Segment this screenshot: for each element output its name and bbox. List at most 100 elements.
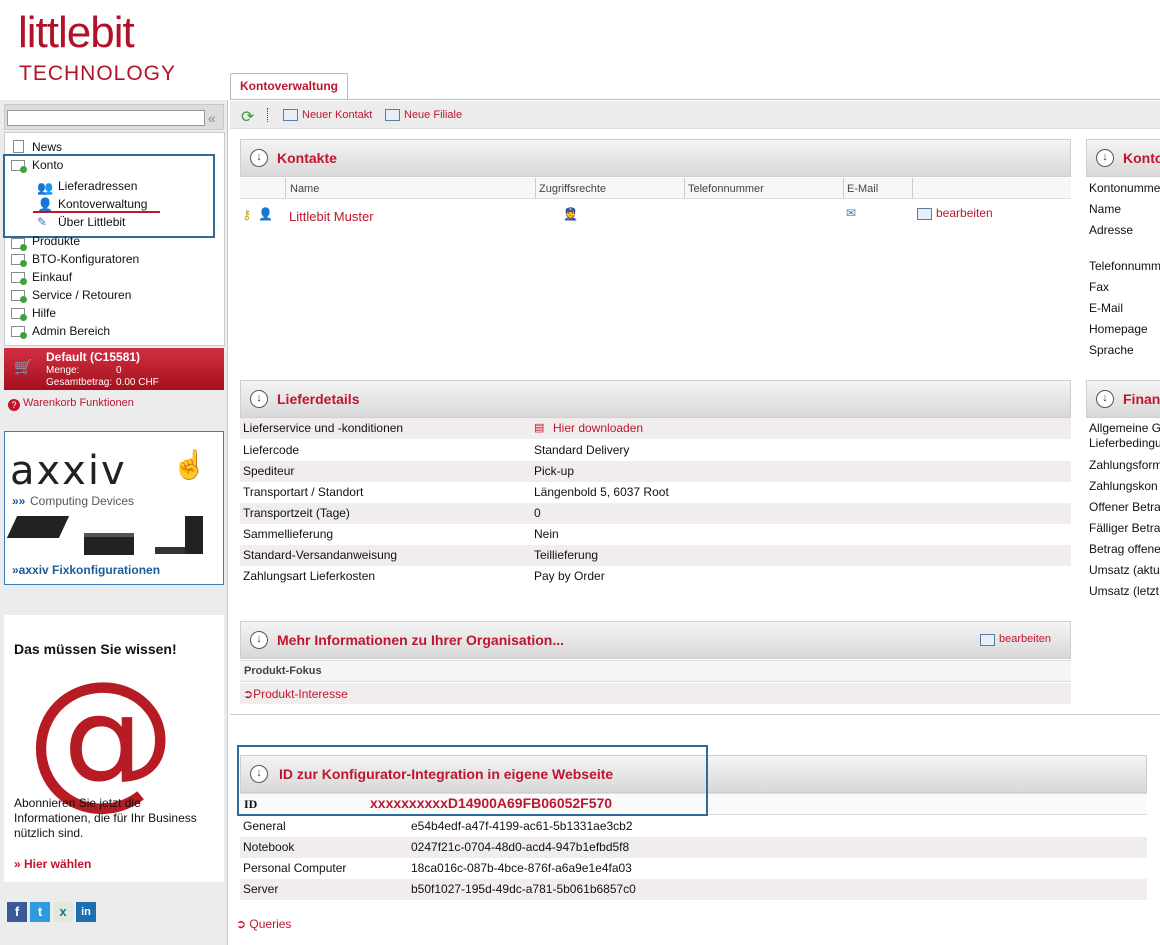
product-focus-label: Produkt-Fokus (244, 665, 322, 677)
row-value: Nein (534, 527, 559, 541)
minipc-image (84, 533, 134, 555)
account-label: Fax (1089, 280, 1110, 294)
table-row: Spediteur Pick-up (240, 461, 1071, 482)
folder-icon (11, 308, 27, 321)
collapse-arrow-icon[interactable]: ↓ (1096, 390, 1114, 408)
row-label: Sammellieferung (243, 527, 334, 541)
interest-row (240, 683, 1071, 704)
row-value[interactable]: 0247f21c-0704-48d0-acd4-947b1efbd5f8 (411, 840, 629, 854)
twitter-icon[interactable]: t (30, 902, 50, 922)
account-title: Konto (1123, 150, 1160, 166)
collapse-icon[interactable]: « (208, 110, 216, 126)
new-branch-button[interactable]: Neue Filiale (404, 109, 462, 121)
col-email[interactable]: E-Mail (847, 183, 878, 195)
row-value[interactable]: e54b4edf-a47f-4199-ac61-5b1331ae3cb2 (411, 819, 633, 833)
table-row: Server b50f1027-195d-49dc-a781-5b061b685… (240, 879, 1147, 900)
xing-icon[interactable]: x (53, 902, 73, 922)
account-label: Homepage (1089, 322, 1148, 336)
collapse-arrow-icon[interactable]: ↓ (1096, 149, 1114, 167)
org-edit-link[interactable]: bearbeiten (999, 633, 1051, 645)
facebook-icon[interactable]: f (7, 902, 27, 922)
email-icon[interactable]: ✉ (846, 206, 856, 220)
folder-icon (11, 254, 27, 267)
toolbar-separator (267, 108, 269, 122)
finance-label: Zahlungskon (1089, 479, 1158, 493)
konto-highlight-frame (3, 154, 215, 238)
column-separator (843, 178, 844, 198)
person-icon: 👤 (258, 207, 273, 221)
account-label: Sprache (1089, 343, 1134, 357)
column-separator (912, 178, 913, 198)
queries-link[interactable]: ➲ Queries (236, 917, 291, 931)
delivery-title: Lieferdetails (277, 391, 360, 407)
product-interest-link[interactable]: ➲Produkt-Interesse (243, 687, 348, 701)
row-value: 0 (534, 506, 541, 520)
finance-label: Lieferbedingu (1089, 436, 1160, 450)
org-title: Mehr Informationen zu Ihrer Organisation… (277, 632, 565, 648)
sidebar-item-hilfe[interactable]: Hilfe (32, 306, 56, 320)
chevrons-icon: »» (12, 494, 26, 508)
cart-total-value: 0.00 CHF (116, 377, 159, 388)
finance-label: Umsatz (aktu (1089, 563, 1160, 577)
column-separator (285, 178, 286, 198)
axxiv-tagline: Computing Devices (30, 494, 135, 508)
sidebar-item-einkauf[interactable]: Einkauf (32, 270, 72, 284)
table-row: Notebook 0247f21c-0704-48d0-acd4-947b1ef… (240, 837, 1147, 858)
collapse-arrow-icon[interactable]: ↓ (250, 390, 268, 408)
cart-qty-value: 0 (116, 365, 122, 376)
cart-functions-link[interactable]: ? Warenkorb Funktionen (8, 397, 134, 411)
tab-divider (230, 99, 1160, 100)
sidebar-item-service[interactable]: Service / Retouren (32, 288, 131, 302)
cart-widget[interactable]: 🛒 Default (C15581) Menge: 0 Gesamtbetrag… (4, 348, 224, 390)
edit-icon (917, 208, 932, 220)
new-contact-button[interactable]: Neuer Kontakt (302, 109, 372, 121)
tower-image (185, 516, 203, 554)
folder-icon (11, 326, 27, 339)
download-link[interactable]: Hier downloaden (553, 421, 643, 435)
folder-icon (11, 272, 27, 285)
sidebar-item-news[interactable]: News (32, 140, 62, 154)
table-row: Sammellieferung Nein (240, 524, 1071, 545)
sidebar-item-produkte[interactable]: Produkte (32, 234, 80, 248)
col-access[interactable]: Zugriffsrechte (539, 183, 606, 195)
brand-subtitle: TECHNOLOGY (19, 62, 177, 85)
row-value[interactable]: b50f1027-195d-49dc-a781-5b061b6857c0 (411, 882, 636, 896)
help-icon: ? (8, 399, 20, 411)
brand-logo: littlebit (18, 8, 135, 57)
row-label: Liefercode (243, 443, 300, 457)
finance-label: Umsatz (letzt (1089, 584, 1160, 598)
focus-row (240, 660, 1071, 682)
col-phone[interactable]: Telefonnummer (688, 183, 764, 195)
sidebar-item-bto[interactable]: BTO-Konfiguratoren (32, 252, 139, 266)
contacts-title: Kontakte (277, 150, 337, 166)
refresh-icon[interactable]: ⟳ (241, 107, 254, 127)
collapse-arrow-icon[interactable]: ↓ (250, 149, 268, 167)
sidebar-item-admin[interactable]: Admin Bereich (32, 324, 110, 338)
cart-total-label: Gesamtbetrag: (46, 377, 113, 388)
collapse-arrow-icon[interactable]: ↓ (250, 631, 268, 649)
axxiv-link[interactable]: »axxiv Fixkonfigurationen (12, 563, 160, 577)
row-label: Lieferservice und -konditionen (243, 421, 404, 435)
tab-kontoverwaltung[interactable]: Kontoverwaltung (230, 73, 348, 100)
cart-icon: 🛒 (14, 359, 33, 376)
newsletter-link[interactable]: » Hier wählen (14, 857, 91, 871)
linkedin-icon[interactable]: in (76, 902, 96, 922)
finance-label: Allgemeine G (1089, 421, 1160, 435)
table-row: Transportart / Standort Längenbold 5, 60… (240, 482, 1071, 503)
col-name[interactable]: Name (290, 183, 319, 195)
finance-label: Zahlungsform (1089, 458, 1160, 472)
finance-title: Finan (1123, 391, 1160, 407)
row-value: Längenbold 5, 6037 Root (534, 485, 669, 499)
row-value[interactable]: 18ca016c-087b-4bce-876f-a6a9e1e4fa03 (411, 861, 632, 875)
row-label: Transportart / Standort (243, 485, 364, 499)
finance-label: Fälliger Betra (1089, 521, 1160, 535)
contact-name-link[interactable]: Littlebit Muster (289, 209, 374, 224)
table-row: Zahlungsart Lieferkosten Pay by Order (240, 566, 1071, 587)
chevron-right-icon: ➲ (236, 917, 250, 931)
account-label: Kontonumme (1089, 181, 1160, 195)
delivery-header (240, 380, 1071, 418)
finance-label: Offener Betra (1089, 500, 1160, 514)
contact-edit-link[interactable]: bearbeiten (936, 206, 993, 220)
sidebar-search-input[interactable] (7, 110, 205, 126)
folder-icon (11, 290, 27, 303)
